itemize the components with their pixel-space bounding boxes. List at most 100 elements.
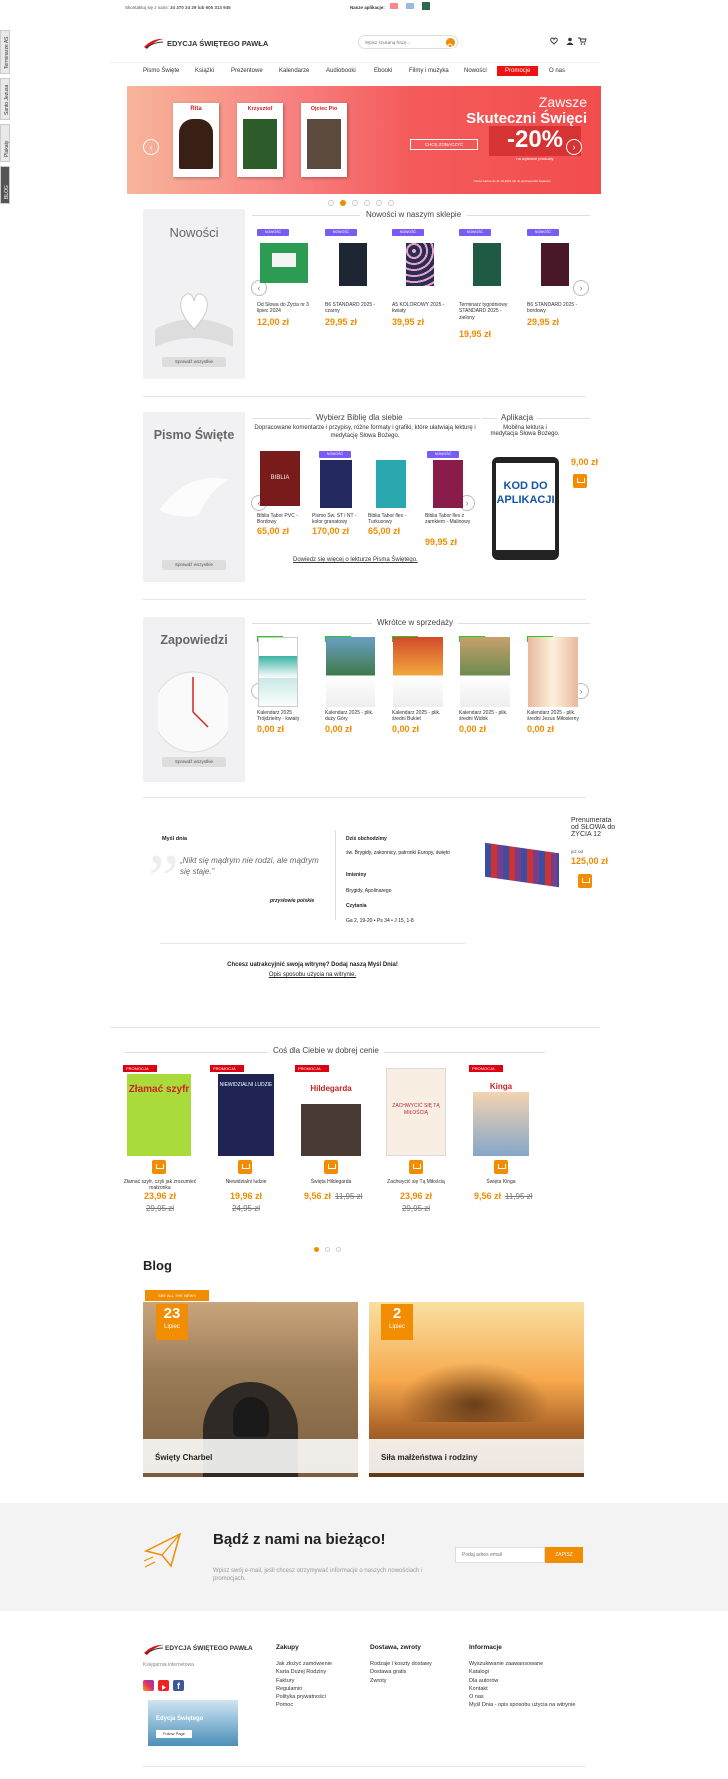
product-name[interactable]: B6 STANDARD 2025 - czarny bbox=[325, 302, 379, 315]
widget-link[interactable]: Opis sposobu użycia na witrynie. bbox=[160, 972, 465, 978]
side-tab-plakaty[interactable]: Plakaty bbox=[0, 124, 10, 162]
blog-post-title[interactable]: Siła małżeństwa i rodziny bbox=[381, 1453, 477, 1462]
blog-post-card[interactable]: Święty Charbel 23 Lipiec bbox=[143, 1302, 358, 1477]
deals-dot[interactable] bbox=[336, 1247, 341, 1252]
footer-link[interactable]: Karta Dużej Rodziny bbox=[276, 1668, 332, 1676]
nav-o-nas[interactable]: O nas bbox=[549, 68, 565, 74]
banner-dot[interactable] bbox=[376, 200, 382, 206]
product-name[interactable]: Kalendarz 2025 - plik. średni Bukiet bbox=[392, 710, 446, 723]
search-button[interactable] bbox=[446, 38, 455, 50]
fb-follow-button[interactable]: Follow Page bbox=[156, 1730, 192, 1738]
side-tab-terminarze[interactable]: Terminarze AS bbox=[0, 30, 10, 74]
add-to-cart-button[interactable] bbox=[494, 1160, 508, 1174]
add-to-cart-button[interactable] bbox=[152, 1160, 166, 1174]
footer-link[interactable]: Dostawa gratis bbox=[370, 1668, 432, 1676]
product-name[interactable]: Kalendarz 2025 - plik. duży Góry bbox=[325, 710, 379, 723]
nav-audiobooki[interactable]: Audiobooki bbox=[326, 68, 356, 74]
hero-banner[interactable]: Rita Krzysztof Ojciec Pio Zawsze Skutecz… bbox=[127, 86, 601, 194]
app-tablet-image[interactable]: KOD DO APLIKACJI bbox=[492, 457, 559, 560]
heart-icon[interactable] bbox=[550, 37, 558, 45]
app-icon[interactable] bbox=[422, 2, 430, 10]
app-icon[interactable] bbox=[390, 3, 398, 9]
product-name[interactable]: B6 STANDARD 2025 - bordowy bbox=[527, 302, 581, 315]
product-name[interactable]: Złamać szyfr, czyli jak zrozumieć małżon… bbox=[120, 1179, 200, 1192]
search-input[interactable] bbox=[365, 38, 437, 47]
upcoming-see-all-button[interactable]: Sprawdź wszystkie bbox=[162, 757, 226, 767]
cart-icon[interactable] bbox=[578, 37, 587, 45]
logo[interactable]: EDYCJA ŚWIĘTEGO PAWŁA bbox=[143, 36, 268, 55]
app-icon[interactable] bbox=[406, 3, 414, 9]
product-name[interactable]: Biblia Tabor PVC - Bordowy bbox=[257, 513, 305, 526]
footer-link[interactable]: Katalogi bbox=[469, 1668, 575, 1676]
deals-dot[interactable] bbox=[325, 1247, 330, 1252]
banner-prev-button[interactable]: ‹ bbox=[143, 139, 159, 155]
new-see-all-button[interactable]: Sprawdź wszystkie bbox=[162, 357, 226, 367]
facebook-page-widget[interactable]: Edycja Świętego Follow Page bbox=[148, 1700, 238, 1746]
blog-post-title[interactable]: Święty Charbel bbox=[155, 1453, 212, 1462]
phone-numbers[interactable]: 34 370 34 29 lub 605 313 945 bbox=[170, 5, 231, 10]
user-icon[interactable] bbox=[566, 37, 574, 45]
product-name[interactable]: Pismo Św. ST i NT - kolor granatowy bbox=[312, 513, 362, 526]
nav-prezentowe[interactable]: Prezentowe bbox=[231, 68, 263, 74]
subscription-title[interactable]: Prenumerata od SŁOWA do ŻYCIA 12 bbox=[571, 817, 619, 838]
footer-logo[interactable]: EDYCJA ŚWIĘTEGO PAWŁA bbox=[143, 1642, 253, 1661]
product-name[interactable]: Kalendarz 2025 Trójdzielny - kwiaty bbox=[257, 710, 311, 723]
product-name[interactable]: Święta Hildegarda bbox=[291, 1179, 371, 1185]
footer-link[interactable]: Dla autorów bbox=[469, 1677, 575, 1685]
banner-dot[interactable] bbox=[388, 200, 394, 206]
banner-dot[interactable] bbox=[364, 200, 370, 206]
nav-ebooki[interactable]: Ebooki bbox=[374, 68, 392, 74]
banner-next-button[interactable]: › bbox=[566, 139, 582, 155]
nav-promocje[interactable]: Promocje bbox=[497, 66, 539, 76]
nav-kalendarze[interactable]: Kalendarze bbox=[279, 68, 309, 74]
product-name[interactable]: Święta Kinga bbox=[461, 1179, 541, 1185]
product-name[interactable]: Niewidzialni ludzie bbox=[206, 1179, 286, 1185]
nav-pismo-swiete[interactable]: Pismo Święte bbox=[143, 68, 179, 74]
side-tab-blog[interactable]: BLOG bbox=[0, 166, 10, 204]
footer-link[interactable]: Regulamin bbox=[276, 1685, 332, 1693]
add-to-cart-button[interactable] bbox=[409, 1160, 423, 1174]
add-to-cart-button[interactable] bbox=[324, 1160, 338, 1174]
instagram-icon[interactable] bbox=[143, 1680, 154, 1691]
deals-dot[interactable] bbox=[314, 1247, 319, 1252]
banner-cta-button[interactable]: CHCĘ ZOBACZYĆ bbox=[410, 139, 478, 150]
banner-dot[interactable] bbox=[328, 200, 334, 206]
side-tab-santo[interactable]: Santo Jezusa bbox=[0, 78, 10, 120]
product-name[interactable]: Terminarz tygodniowy STANDARD 2025 - zie… bbox=[459, 302, 513, 321]
newsletter-submit-button[interactable]: ZAPISZ bbox=[545, 1547, 583, 1563]
new-next-arrow[interactable]: › bbox=[573, 280, 589, 296]
bible-see-all-button[interactable]: Sprawdź wszystkie bbox=[162, 560, 226, 570]
product-name[interactable]: Kalendarz 2025 - plik. średni Jezus Miło… bbox=[527, 710, 581, 723]
footer-link[interactable]: Kontakt bbox=[469, 1685, 575, 1693]
nav-ksiazki[interactable]: Książki bbox=[195, 68, 214, 74]
newsletter-email-input[interactable] bbox=[455, 1547, 545, 1563]
footer-link[interactable]: Zwroty bbox=[370, 1677, 432, 1685]
footer-link[interactable]: Faktury bbox=[276, 1677, 332, 1685]
product-name[interactable]: Biblia Tabor flex z zamkiem - Malinowy bbox=[425, 513, 473, 526]
product-name[interactable]: Od Słowa do Życia nr 3 lipiec 2024 bbox=[257, 302, 311, 315]
add-to-cart-button[interactable] bbox=[573, 474, 587, 488]
blog-see-all-button[interactable]: SEE ALL THE NEWS bbox=[145, 1290, 209, 1301]
product-name[interactable]: Zachwycić się Tą Miłością bbox=[376, 1179, 456, 1185]
product-name[interactable]: Kalendarz 2025 - plik. średni Widok bbox=[459, 710, 513, 723]
footer-link[interactable]: Polityka prywatności bbox=[276, 1693, 332, 1701]
add-to-cart-button[interactable] bbox=[578, 874, 592, 888]
nav-nowosci[interactable]: Nowości bbox=[464, 68, 487, 74]
footer-link[interactable]: Pomoc bbox=[276, 1701, 332, 1709]
banner-dot[interactable] bbox=[352, 200, 358, 206]
youtube-icon[interactable] bbox=[158, 1680, 169, 1691]
product-name[interactable]: A5 KOLOROWY 2025 - kwiaty bbox=[392, 302, 446, 315]
footer-link[interactable]: Wyszukiwanie zaawansowane bbox=[469, 1660, 575, 1668]
blog-post-card[interactable]: Siła małżeństwa i rodziny 2 Lipiec bbox=[369, 1302, 584, 1477]
footer-link[interactable]: Rodzaje i koszty dostawy bbox=[370, 1660, 432, 1668]
footer-link[interactable]: Myśl Dnia - opis sposobu użycia na witry… bbox=[469, 1701, 575, 1709]
footer-link[interactable]: O nas bbox=[469, 1693, 575, 1701]
facebook-icon[interactable]: f bbox=[173, 1680, 184, 1691]
bible-more-link[interactable]: Dowiedz się więcej o lekturze Pisma Świę… bbox=[293, 557, 418, 563]
subscription-image[interactable] bbox=[485, 838, 565, 888]
banner-dot[interactable] bbox=[340, 200, 346, 206]
product-name[interactable]: Biblia Tabor flex - Turkusowy bbox=[368, 513, 416, 526]
nav-filmy-i-muzyka[interactable]: Filmy i muzyka bbox=[409, 68, 449, 74]
footer-link[interactable]: Jak złożyć zamówienie bbox=[276, 1660, 332, 1668]
add-to-cart-button[interactable] bbox=[238, 1160, 252, 1174]
